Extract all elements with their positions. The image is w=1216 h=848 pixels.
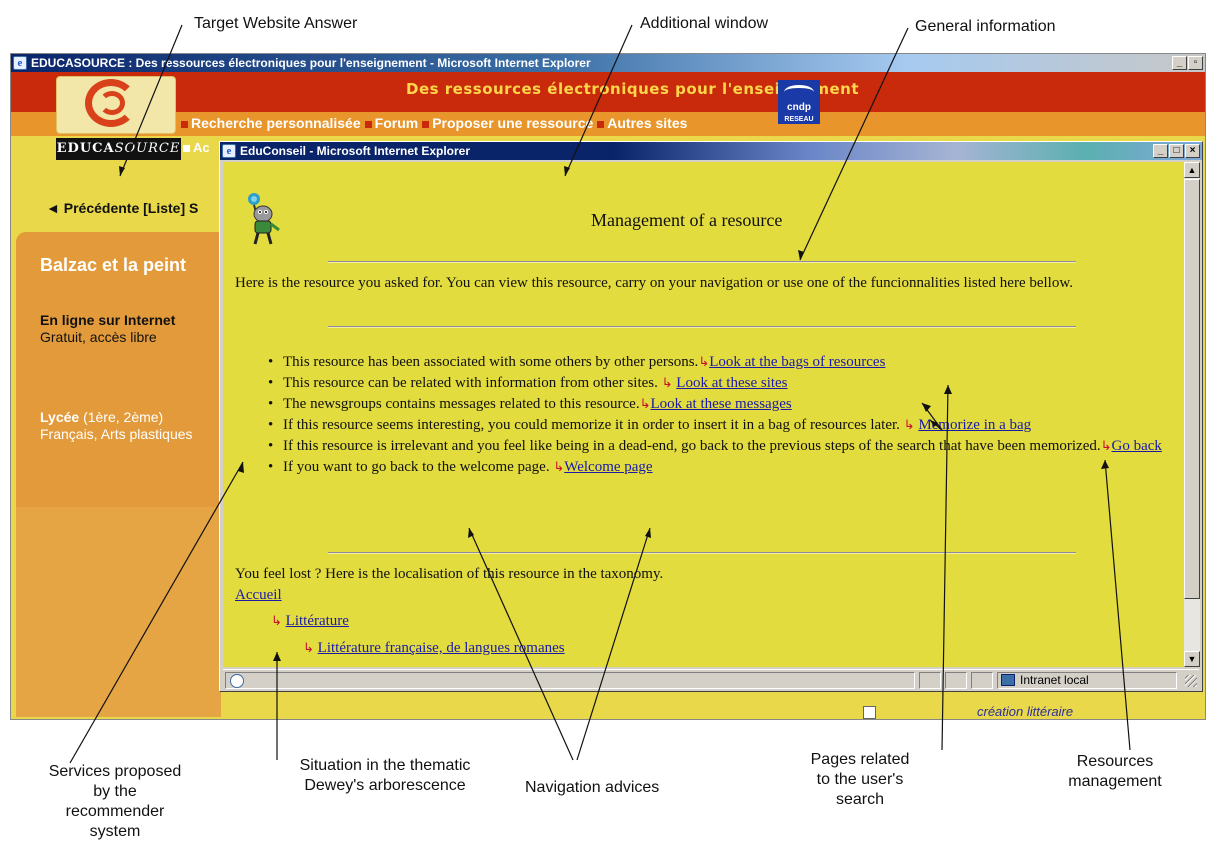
- page-icon: [230, 674, 244, 688]
- maximize-icon[interactable]: □: [1169, 144, 1184, 158]
- annotation-services-proposed: Services proposed by the recommender sys…: [48, 763, 182, 840]
- footer-creation-label[interactable]: création littéraire: [977, 704, 1073, 719]
- arrow-icon: ↳: [553, 460, 565, 475]
- list-item: • This resource has been associated with …: [268, 354, 886, 370]
- internet-explorer-icon: e: [13, 56, 27, 70]
- educasource-nav-bar: Recherche personnalisée Forum Proposer u…: [11, 112, 1205, 136]
- resource-title: Balzac et la peint: [40, 255, 187, 275]
- security-zone: Intranet local: [997, 672, 1177, 689]
- previous-link[interactable]: ◄ Précédente [Liste] S: [46, 200, 198, 216]
- arrow-icon: ↳: [303, 641, 314, 656]
- annotation-additional-window: Additional window: [640, 15, 769, 32]
- arrow-icon: ↳: [1100, 439, 1112, 454]
- link-accueil[interactable]: Accueil: [235, 587, 282, 603]
- taxonomy-level-2: ↳ Littérature française, de langues roma…: [303, 640, 565, 657]
- restore-icon[interactable]: ▫: [1188, 56, 1203, 70]
- page-title: Management of a resource: [591, 210, 783, 230]
- nav-bullet-icon: [597, 120, 605, 128]
- minimize-icon[interactable]: _: [1172, 56, 1187, 70]
- educasource-banner: Des ressources électroniques pour l'ense…: [11, 72, 1205, 112]
- arrow-icon: ↳: [903, 418, 915, 433]
- tab-accueil[interactable]: Ac: [183, 140, 210, 155]
- list-item: • If you want to go back to the welcome p…: [268, 459, 653, 475]
- arrow-icon: ↳: [639, 397, 651, 412]
- popup-window-controls: _ □ ×: [1153, 144, 1200, 158]
- link-go-back[interactable]: Go back: [1112, 438, 1162, 454]
- scroll-thumb[interactable]: [1184, 179, 1200, 599]
- intranet-icon: [1001, 674, 1015, 686]
- status-message: [225, 672, 915, 689]
- list-item: • The newsgroups contains messages relate…: [268, 396, 792, 412]
- outer-window-title: EDUCASOURCE : Des ressources électroniqu…: [31, 56, 591, 70]
- intro-text: Here is the resource you asked for. You …: [235, 275, 1073, 291]
- nav-bullet-icon: [422, 120, 430, 128]
- nav-item-forum[interactable]: Forum: [364, 115, 418, 131]
- arrow-icon: ↳: [661, 376, 673, 391]
- side-panel-lower: [16, 507, 221, 717]
- services-list: • This resource has been associated with …: [265, 352, 1180, 478]
- outer-window-controls: _ ▫: [1172, 56, 1203, 70]
- link-litterature[interactable]: Littérature: [286, 613, 349, 629]
- annotation-target-website-answer: Target Website Answer: [194, 15, 358, 32]
- footer-checkbox[interactable]: [863, 706, 876, 719]
- arrow-icon: ↳: [271, 614, 282, 629]
- nav-bullet-icon: [181, 120, 188, 128]
- divider: [328, 326, 1076, 328]
- educasource-logo[interactable]: [56, 76, 176, 134]
- nav-item-autres-sites[interactable]: Autres sites: [597, 115, 687, 131]
- internet-explorer-icon: e: [222, 144, 236, 158]
- nav-bullet-icon: [364, 120, 372, 128]
- annotation-resources-management: Resources management: [1068, 753, 1162, 790]
- link-these-sites[interactable]: Look at these sites: [676, 375, 787, 391]
- status-bar: Intranet local: [223, 669, 1199, 689]
- annotation-navigation-advices: Navigation advices: [525, 779, 660, 796]
- popup-content: Management of a resource Here is the res…: [223, 162, 1185, 667]
- divider: [328, 552, 1076, 554]
- arrow-icon: ↳: [698, 355, 710, 370]
- close-icon[interactable]: ×: [1185, 144, 1200, 158]
- link-these-messages[interactable]: Look at these messages: [650, 396, 791, 412]
- availability-label: En ligne sur Internet: [40, 312, 176, 328]
- link-bags-of-resources[interactable]: Look at the bags of resources: [709, 354, 885, 370]
- list-item: • This resource can be related with infor…: [268, 375, 788, 391]
- subjects-label: Français, Arts plastiques: [40, 426, 193, 442]
- divider: [328, 261, 1076, 263]
- level-label: Lycée (1ère, 2ème): [40, 409, 164, 425]
- link-welcome-page[interactable]: Welcome page: [564, 459, 652, 475]
- educonseil-popup-window: e EduConseil - Microsoft Internet Explor…: [219, 141, 1203, 692]
- annotation-pages-related: Pages related to the user's search: [810, 751, 910, 808]
- resource-summary-panel: Balzac et la peint En ligne sur Internet…: [16, 232, 221, 507]
- vertical-scrollbar[interactable]: ▲ ▼: [1184, 162, 1200, 667]
- popup-titlebar[interactable]: e EduConseil - Microsoft Internet Explor…: [220, 142, 1202, 160]
- list-item: • If this resource seems interesting, you…: [268, 417, 1032, 433]
- taxonomy-intro: You feel lost ? Here is the localisation…: [235, 566, 664, 582]
- annotation-dewey-situation: Situation in the thematic Dewey's arbore…: [299, 757, 471, 794]
- annotation-general-information: General information: [915, 18, 1056, 35]
- nav-item-proposer[interactable]: Proposer une ressource: [422, 115, 593, 131]
- link-memorize-in-bag[interactable]: Memorize in a bag: [918, 417, 1031, 433]
- mascot-icon: [248, 193, 280, 245]
- list-item: • If this resource is irrelevant and you …: [268, 438, 1162, 454]
- outer-window-titlebar[interactable]: e EDUCASOURCE : Des ressources électroni…: [11, 54, 1205, 72]
- educasource-wordmark: EDUCASOURCE: [56, 138, 181, 160]
- nav-item-recherche[interactable]: Recherche personnalisée: [181, 115, 361, 131]
- wave-icon: [784, 85, 814, 99]
- cndp-logo[interactable]: cndp RESEAU: [778, 80, 820, 124]
- taxonomy-level-1: ↳ Littérature: [271, 613, 349, 630]
- link-litterature-francaise[interactable]: Littérature française, de langues romane…: [318, 640, 565, 656]
- resize-grip-icon[interactable]: [1185, 675, 1197, 687]
- nav-bullet-icon: [183, 145, 190, 153]
- minimize-icon[interactable]: _: [1153, 144, 1168, 158]
- access-label: Gratuit, accès libre: [40, 329, 157, 345]
- scroll-down-icon[interactable]: ▼: [1184, 651, 1200, 667]
- taxonomy-root: Accueil: [235, 587, 282, 604]
- popup-title: EduConseil - Microsoft Internet Explorer: [240, 144, 471, 158]
- scroll-up-icon[interactable]: ▲: [1184, 162, 1200, 178]
